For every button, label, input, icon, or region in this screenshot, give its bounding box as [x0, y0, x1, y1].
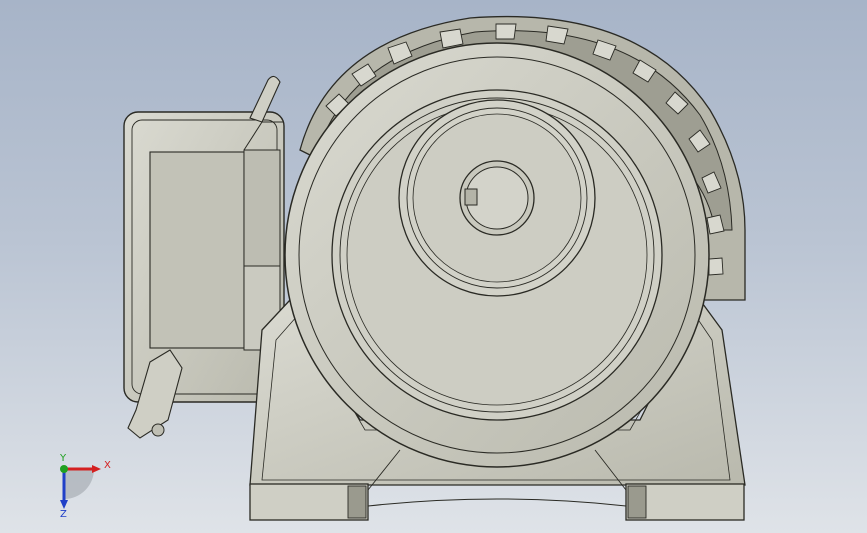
z-axis-arrow [60, 500, 68, 509]
z-axis-label: Z [60, 509, 67, 518]
orientation-triad[interactable]: X Y Z [46, 452, 116, 520]
x-axis-label: X [104, 460, 111, 471]
motor-end-bell[interactable] [284, 42, 710, 468]
3d-viewport[interactable]: X Y Z [0, 0, 867, 533]
gear-motor-model[interactable] [0, 0, 867, 533]
y-axis-label: Y [59, 453, 67, 464]
y-axis-dot [60, 465, 68, 473]
x-axis-arrow [92, 465, 101, 473]
triad-plane-shade [64, 469, 94, 499]
